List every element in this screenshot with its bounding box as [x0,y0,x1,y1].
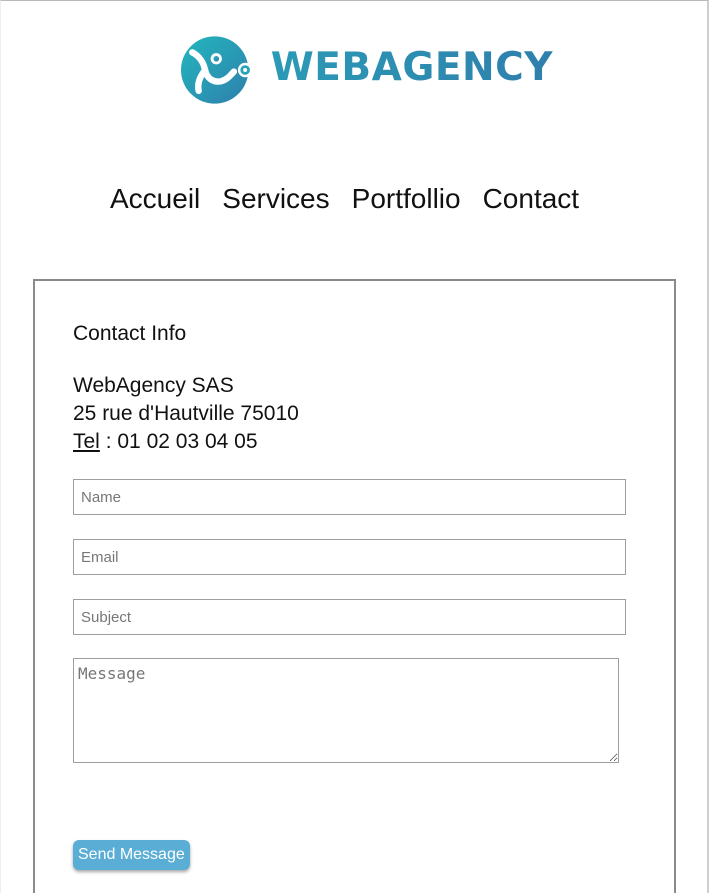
brand-logo[interactable]: WEBAGENCY [181,25,553,115]
nav-item-portfollio[interactable]: Portfollio [352,181,461,217]
main-nav: Accueil Services Portfollio Contact [110,181,579,217]
message-textarea[interactable] [73,658,619,763]
nav-item-contact[interactable]: Contact [483,181,580,217]
name-input[interactable] [73,479,626,515]
street-address: 25 rue d'Hautville 75010 [73,402,299,425]
tel-separator: : [99,430,118,453]
company-name: WebAgency SAS [73,374,234,397]
webagency-logo-icon [181,36,253,104]
tel-link[interactable]: Tel [73,430,100,453]
email-input[interactable] [73,539,626,575]
contact-card: Contact Info WebAgency SAS 25 rue d'Haut… [33,279,676,893]
phone-line: Tel : 01 02 03 04 05 [73,428,299,456]
page: WEBAGENCY Accueil Services Portfollio Co… [0,0,709,893]
brand-name: WEBAGENCY [270,44,553,90]
nav-item-services[interactable]: Services [222,181,329,217]
subject-input[interactable] [73,599,626,635]
send-message-button[interactable]: Send Message [73,840,190,870]
nav-item-accueil[interactable]: Accueil [110,181,200,217]
contact-info-heading: Contact Info [73,322,187,345]
contact-address-block: WebAgency SAS 25 rue d'Hautville 75010 T… [73,372,299,456]
phone-number: 01 02 03 04 05 [117,430,258,453]
